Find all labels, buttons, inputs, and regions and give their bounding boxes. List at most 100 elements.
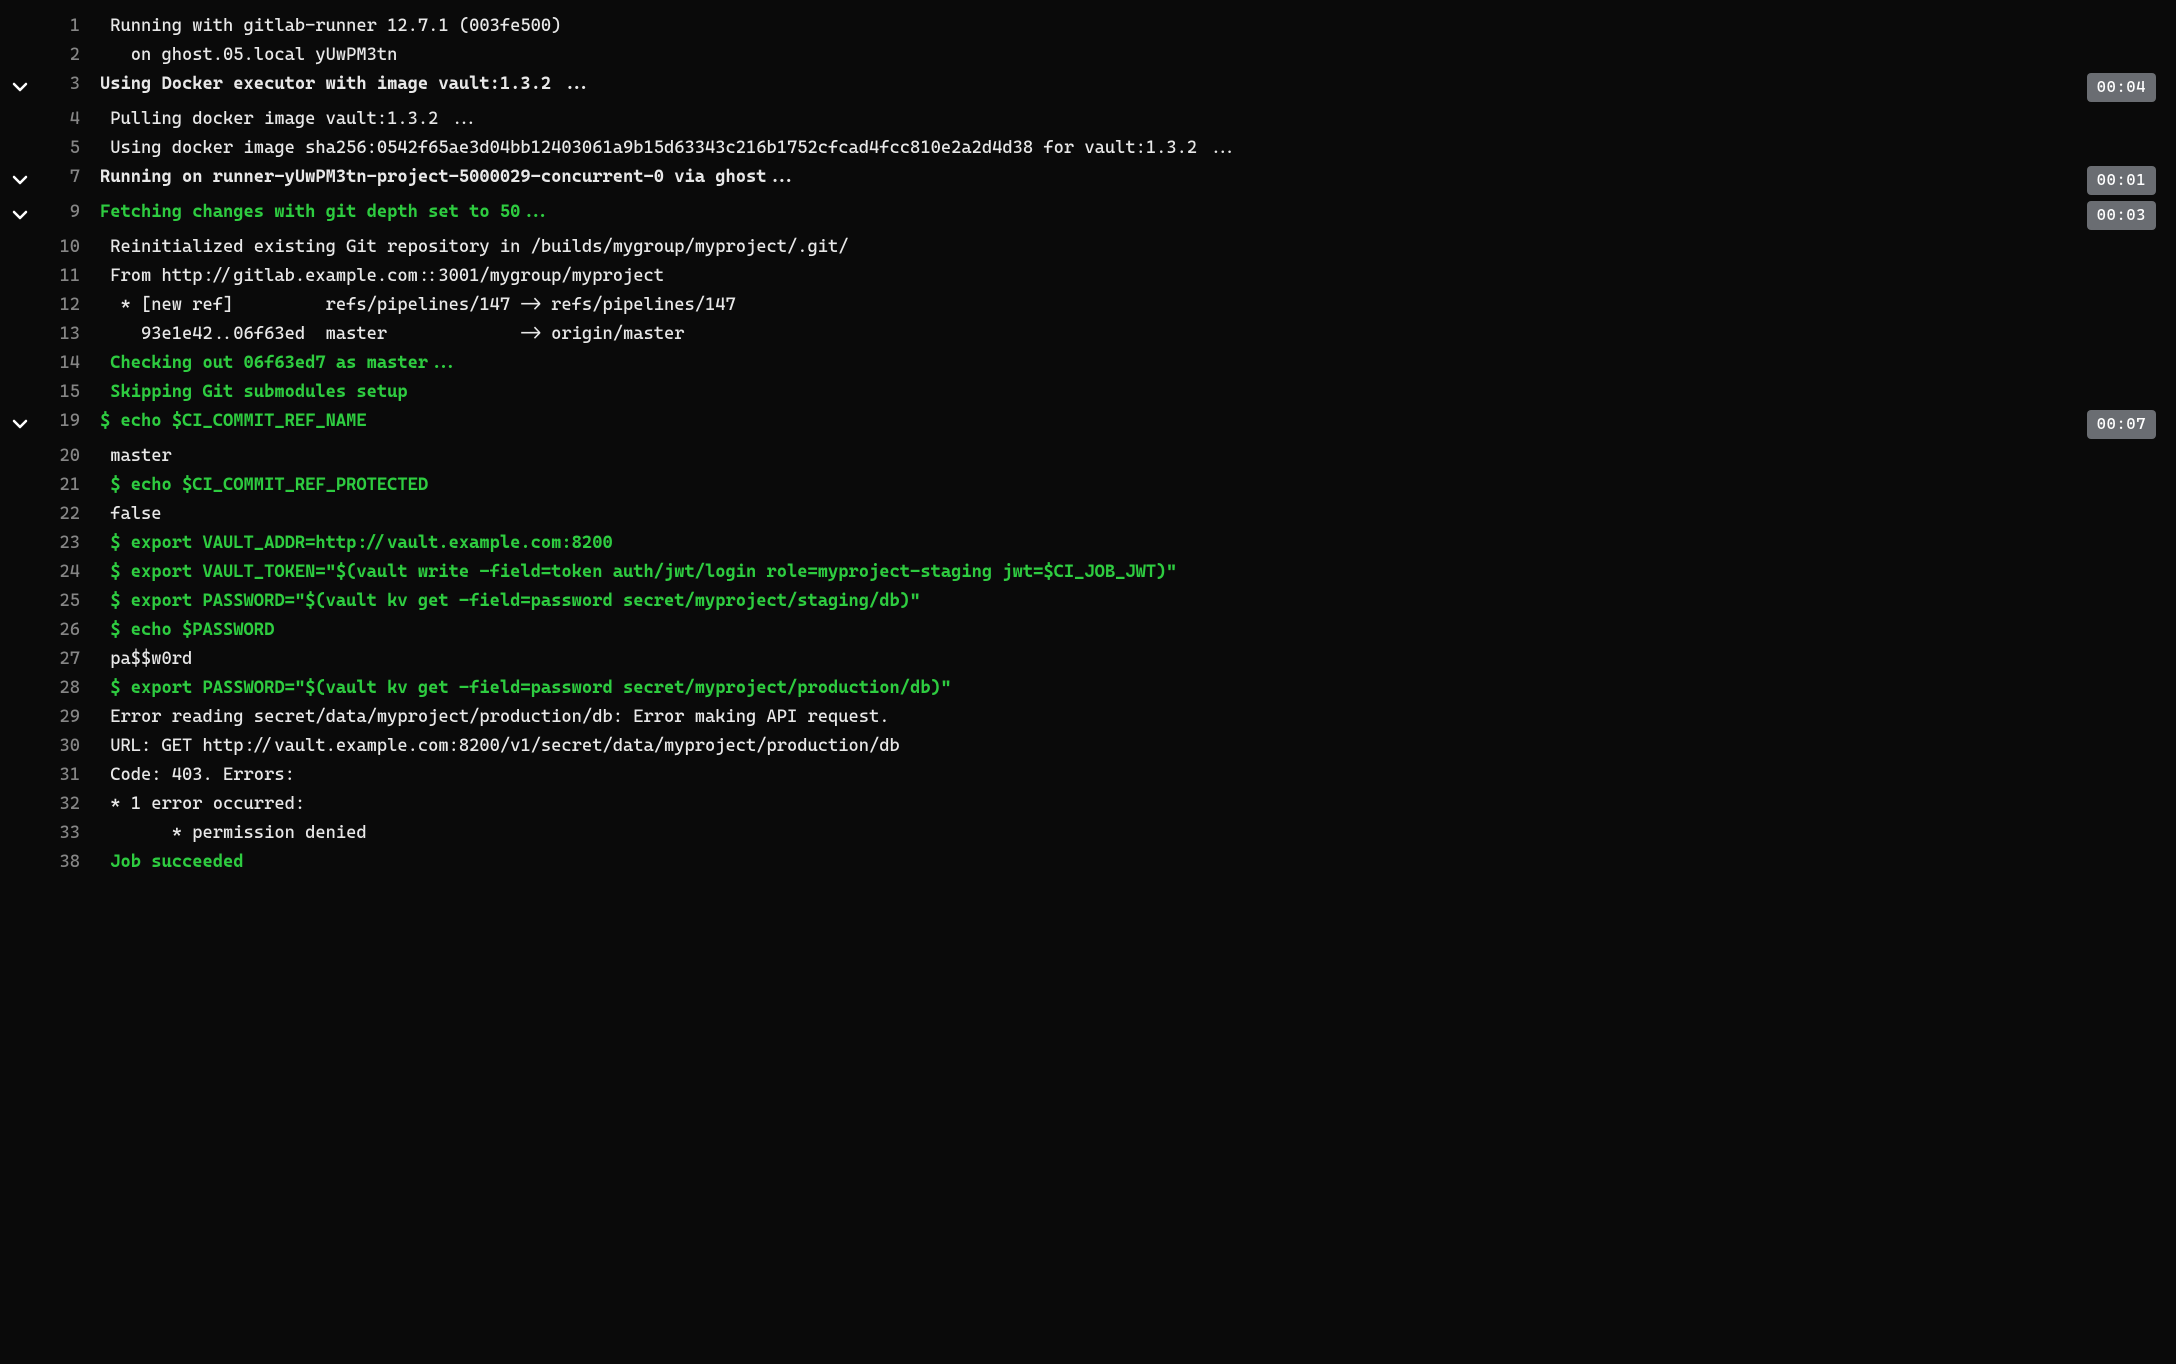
log-text: $ export VAULT_ADDR=http://vault.example…: [86, 529, 2156, 558]
line-number[interactable]: 15: [40, 378, 86, 407]
log-line: 14 Checking out 06f63ed7 as master...: [0, 349, 2176, 378]
log-line: 25 $ export PASSWORD="$(vault kv get -fi…: [0, 587, 2176, 616]
collapse-toggle: [0, 732, 40, 734]
chevron-down-icon[interactable]: [12, 409, 28, 442]
log-line: 7Running on runner-yUwPM3tn-project-5000…: [0, 163, 2176, 198]
chevron-down-icon[interactable]: [12, 200, 28, 233]
line-number[interactable]: 1: [40, 12, 86, 41]
log-text: $ echo $PASSWORD: [86, 616, 2156, 645]
line-number[interactable]: 3: [40, 70, 86, 99]
collapse-toggle: [0, 349, 40, 351]
line-number[interactable]: 25: [40, 587, 86, 616]
collapse-toggle: [0, 442, 40, 444]
collapse-toggle: [0, 558, 40, 560]
collapse-toggle: [0, 645, 40, 647]
chevron-down-icon[interactable]: [12, 72, 28, 105]
log-line: 4 Pulling docker image vault:1.3.2 ...: [0, 105, 2176, 134]
log-text: Checking out 06f63ed7 as master...: [86, 349, 2156, 378]
log-line: 30 URL: GET http://vault.example.com:820…: [0, 732, 2176, 761]
line-number[interactable]: 20: [40, 442, 86, 471]
log-text: * permission denied: [86, 819, 2156, 848]
collapse-toggle: [0, 134, 40, 136]
log-text: $ export PASSWORD="$(vault kv get -field…: [86, 587, 2156, 616]
duration-badge: 00:01: [2087, 166, 2156, 194]
collapse-toggle: [0, 471, 40, 473]
log-line: 22 false: [0, 500, 2176, 529]
line-number[interactable]: 31: [40, 761, 86, 790]
line-number[interactable]: 30: [40, 732, 86, 761]
log-text: on ghost.05.local yUwPM3tn: [86, 41, 2156, 70]
line-number[interactable]: 19: [40, 407, 86, 436]
collapse-toggle[interactable]: [0, 163, 40, 198]
log-text: URL: GET http://vault.example.com:8200/v…: [86, 732, 2156, 761]
line-number[interactable]: 24: [40, 558, 86, 587]
log-text: Using docker image sha256:0542f65ae3d04b…: [86, 134, 2156, 163]
line-number[interactable]: 4: [40, 105, 86, 134]
log-text: Fetching changes with git depth set to 5…: [86, 198, 2087, 227]
log-line: 24 $ export VAULT_TOKEN="$(vault write -…: [0, 558, 2176, 587]
collapse-toggle: [0, 233, 40, 235]
collapse-toggle: [0, 790, 40, 792]
line-number[interactable]: 14: [40, 349, 86, 378]
line-number[interactable]: 11: [40, 262, 86, 291]
collapse-toggle: [0, 819, 40, 821]
log-text: From http://gitlab.example.com::3001/myg…: [86, 262, 2156, 291]
collapse-toggle: [0, 674, 40, 676]
collapse-toggle: [0, 291, 40, 293]
log-line: 27 pa$$w0rd: [0, 645, 2176, 674]
log-line: 9Fetching changes with git depth set to …: [0, 198, 2176, 233]
collapse-toggle[interactable]: [0, 198, 40, 233]
log-line: 3Using Docker executor with image vault:…: [0, 70, 2176, 105]
log-text: Error reading secret/data/myproject/prod…: [86, 703, 2156, 732]
log-line: 19$ echo $CI_COMMIT_REF_NAME00:07: [0, 407, 2176, 442]
line-number[interactable]: 21: [40, 471, 86, 500]
chevron-down-icon[interactable]: [12, 165, 28, 198]
log-text: Reinitialized existing Git repository in…: [86, 233, 2156, 262]
log-line: 21 $ echo $CI_COMMIT_REF_PROTECTED: [0, 471, 2176, 500]
collapse-toggle: [0, 41, 40, 43]
log-text: $ export VAULT_TOKEN="$(vault write -fie…: [86, 558, 2156, 587]
log-line: 12 * [new ref] refs/pipelines/147 -> ref…: [0, 291, 2176, 320]
line-number[interactable]: 13: [40, 320, 86, 349]
log-line: 1 Running with gitlab-runner 12.7.1 (003…: [0, 12, 2176, 41]
log-text: Using Docker executor with image vault:1…: [86, 70, 2087, 99]
line-number[interactable]: 23: [40, 529, 86, 558]
collapse-toggle: [0, 12, 40, 14]
log-text: * [new ref] refs/pipelines/147 -> refs/p…: [86, 291, 2156, 320]
log-line: 31 Code: 403. Errors:: [0, 761, 2176, 790]
line-number[interactable]: 9: [40, 198, 86, 227]
collapse-toggle[interactable]: [0, 407, 40, 442]
line-number[interactable]: 10: [40, 233, 86, 262]
line-number[interactable]: 27: [40, 645, 86, 674]
log-text: $ echo $CI_COMMIT_REF_NAME: [86, 407, 2087, 436]
line-number[interactable]: 22: [40, 500, 86, 529]
line-number[interactable]: 28: [40, 674, 86, 703]
line-number[interactable]: 12: [40, 291, 86, 320]
line-number[interactable]: 2: [40, 41, 86, 70]
log-line: 15 Skipping Git submodules setup: [0, 378, 2176, 407]
collapse-toggle[interactable]: [0, 70, 40, 105]
log-line: 11 From http://gitlab.example.com::3001/…: [0, 262, 2176, 291]
log-text: pa$$w0rd: [86, 645, 2156, 674]
log-text: * 1 error occurred:: [86, 790, 2156, 819]
line-number[interactable]: 32: [40, 790, 86, 819]
collapse-toggle: [0, 616, 40, 618]
log-line: 23 $ export VAULT_ADDR=http://vault.exam…: [0, 529, 2176, 558]
log-text: Running on runner-yUwPM3tn-project-50000…: [86, 163, 2087, 192]
line-number[interactable]: 33: [40, 819, 86, 848]
collapse-toggle: [0, 848, 40, 850]
line-number[interactable]: 38: [40, 848, 86, 877]
duration-badge: 00:07: [2087, 410, 2156, 438]
line-number[interactable]: 29: [40, 703, 86, 732]
log-text: false: [86, 500, 2156, 529]
line-number[interactable]: 7: [40, 163, 86, 192]
log-line: 13 93e1e42..06f63ed master -> origin/mas…: [0, 320, 2176, 349]
line-number[interactable]: 5: [40, 134, 86, 163]
collapse-toggle: [0, 703, 40, 705]
log-text: $ echo $CI_COMMIT_REF_PROTECTED: [86, 471, 2156, 500]
duration-badge: 00:03: [2087, 201, 2156, 229]
log-line: 5 Using docker image sha256:0542f65ae3d0…: [0, 134, 2176, 163]
line-number[interactable]: 26: [40, 616, 86, 645]
log-line: 38 Job succeeded: [0, 848, 2176, 877]
collapse-toggle: [0, 320, 40, 322]
